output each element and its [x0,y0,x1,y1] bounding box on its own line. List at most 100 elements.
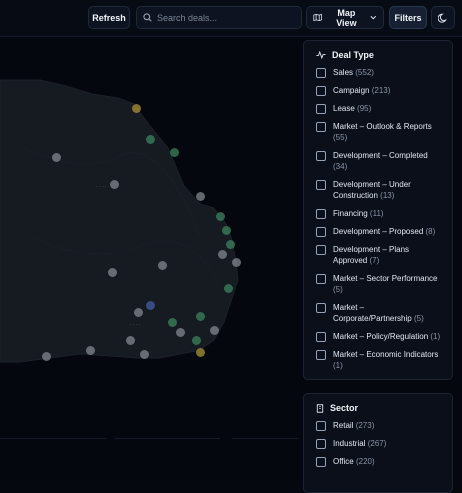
deal-marker[interactable] [146,135,155,144]
option-text: Market – Outlook & Reports (55) [333,121,442,143]
option-count: (552) [355,68,374,77]
checkbox[interactable] [316,86,326,96]
deal-marker[interactable] [52,153,61,162]
checkbox[interactable] [316,227,326,237]
option-text: Development – Plans Approved (7) [333,244,442,266]
checkbox[interactable] [316,209,326,219]
deal-marker[interactable] [176,328,185,337]
deal-marker[interactable] [226,240,235,249]
map-view-label: Map View [336,7,357,28]
option-count: (34) [333,162,348,171]
sector-option[interactable]: Retail (273) [316,420,442,431]
deal-type-option[interactable]: Market – Sector Performance (5) [316,273,442,295]
deal-marker[interactable] [196,192,205,201]
checkbox[interactable] [316,332,326,342]
deal-marker[interactable] [146,301,155,310]
option-text: Lease (95) [333,103,371,114]
deal-marker[interactable] [158,261,167,270]
sector-title: Sector [330,403,359,413]
deal-marker[interactable] [216,212,225,221]
map-view-dropdown[interactable]: Map View [306,6,384,29]
deal-marker[interactable] [210,326,219,335]
option-label: Lease [333,104,355,113]
deal-marker[interactable] [42,352,51,361]
option-label: Industrial [333,439,366,448]
deal-type-title: Deal Type [332,50,374,60]
deal-type-option[interactable]: Development – Completed (34) [316,150,442,172]
checkbox[interactable] [316,245,326,255]
moon-icon [438,13,447,23]
option-text: Campaign (213) [333,85,390,96]
deal-type-option[interactable]: Financing (11) [316,208,442,219]
deal-marker[interactable] [232,258,241,267]
deal-type-option[interactable]: Market – Policy/Regulation (1) [316,331,442,342]
deal-type-option[interactable]: Market – Corporate/Partnership (5) [316,302,442,324]
checkbox[interactable] [316,439,326,449]
sector-option[interactable]: Office (220) [316,456,442,467]
deal-card[interactable] [0,438,106,471]
deal-type-option[interactable]: Lease (95) [316,103,442,114]
deal-marker[interactable] [108,268,117,277]
option-text: Sales (552) [333,67,374,78]
filters-button[interactable]: Filters [389,6,427,29]
option-count: (1) [333,361,343,370]
search-box[interactable] [136,6,302,29]
deal-type-option[interactable]: Campaign (213) [316,85,442,96]
deal-marker[interactable] [126,336,135,345]
deal-marker[interactable] [132,104,141,113]
deal-type-options: Sales (552) Campaign (213) Lease (95) Marke… [316,67,442,371]
deal-type-option[interactable]: Market – Outlook & Reports (55) [316,121,442,143]
map-place-label: · · · · [130,322,141,328]
option-text: Market – Sector Performance (5) [333,273,442,295]
deal-marker[interactable] [168,318,177,327]
checkbox[interactable] [316,122,326,132]
filters-label: Filters [394,12,422,23]
checkbox[interactable] [316,303,326,313]
option-text: Office (220) [333,456,375,467]
deal-type-option[interactable]: Development – Proposed (8) [316,226,442,237]
sector-option[interactable]: Industrial (267) [316,438,442,449]
deal-marker[interactable] [110,180,119,189]
option-count: (5) [333,285,343,294]
checkbox[interactable] [316,457,326,467]
deal-marker[interactable] [86,346,95,355]
option-label: Market – Economic Indicators [333,350,439,359]
option-label: Development – Completed [333,151,428,160]
checkbox[interactable] [316,350,326,360]
sector-header: Sector [316,400,442,416]
option-text: Industrial (267) [333,438,386,449]
deal-marker[interactable] [222,226,231,235]
checkbox[interactable] [316,68,326,78]
checkbox[interactable] [316,180,326,190]
deal-marker[interactable] [192,336,201,345]
top-toolbar: Refresh Map View Filters [0,0,462,37]
deal-type-option[interactable]: Market – Economic Indicators (1) [316,349,442,371]
checkbox[interactable] [316,274,326,284]
deal-marker[interactable] [196,348,205,357]
deal-type-option[interactable]: Development – Plans Approved (7) [316,244,442,266]
deal-marker[interactable] [196,312,205,321]
search-icon [143,13,152,22]
deal-type-header: Deal Type [316,47,442,63]
deal-card[interactable] [114,438,220,471]
deal-card[interactable] [232,438,298,471]
option-text: Market – Policy/Regulation (1) [333,331,440,342]
deal-marker[interactable] [140,350,149,359]
search-input[interactable] [157,12,297,23]
option-text: Development – Proposed (8) [333,226,435,237]
theme-toggle-button[interactable] [431,6,455,29]
option-label: Market – Sector Performance [333,274,438,283]
deal-type-option[interactable]: Development – Under Construction (13) [316,179,442,201]
checkbox[interactable] [316,421,326,431]
option-count: (55) [333,133,348,142]
checkbox[interactable] [316,104,326,114]
checkbox[interactable] [316,151,326,161]
deal-marker[interactable] [218,250,227,259]
option-count: (5) [413,314,424,323]
option-count: (220) [355,457,375,466]
deal-marker[interactable] [224,284,233,293]
deal-marker[interactable] [170,148,179,157]
deal-type-option[interactable]: Sales (552) [316,67,442,78]
deal-marker[interactable] [134,308,143,317]
refresh-button[interactable]: Refresh [88,6,130,29]
